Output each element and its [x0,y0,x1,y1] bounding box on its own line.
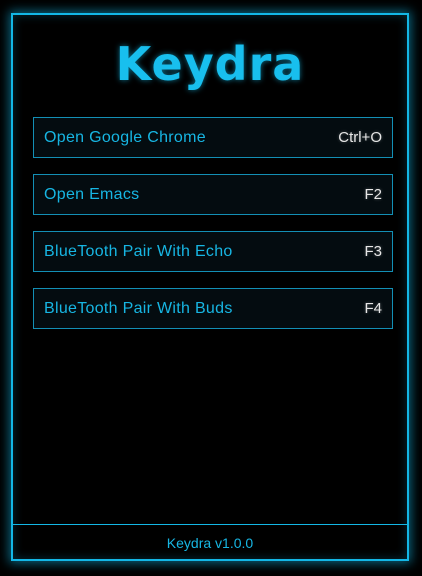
shortcut-label: Open Google Chrome [44,129,206,146]
shortcut-item-pair-echo[interactable]: BlueTooth Pair With Echo F3 [33,231,393,272]
shortcut-key: F3 [364,243,382,260]
version-footer: Keydra v1.0.0 [13,524,407,559]
shortcut-label: BlueTooth Pair With Buds [44,300,233,317]
shortcut-key: Ctrl+O [338,129,382,146]
app-window: Keydra Open Google Chrome Ctrl+O Open Em… [11,13,409,561]
shortcut-key: F2 [364,186,382,203]
shortcut-item-pair-buds[interactable]: BlueTooth Pair With Buds F4 [33,288,393,329]
shortcut-item-open-emacs[interactable]: Open Emacs F2 [33,174,393,215]
shortcut-key: F4 [364,300,382,317]
shortcut-label: BlueTooth Pair With Echo [44,243,233,260]
shortcut-item-open-chrome[interactable]: Open Google Chrome Ctrl+O [33,117,393,158]
shortcut-list: Open Google Chrome Ctrl+O Open Emacs F2 … [33,117,393,345]
app-title: Keydra [115,37,305,91]
shortcut-label: Open Emacs [44,186,140,203]
